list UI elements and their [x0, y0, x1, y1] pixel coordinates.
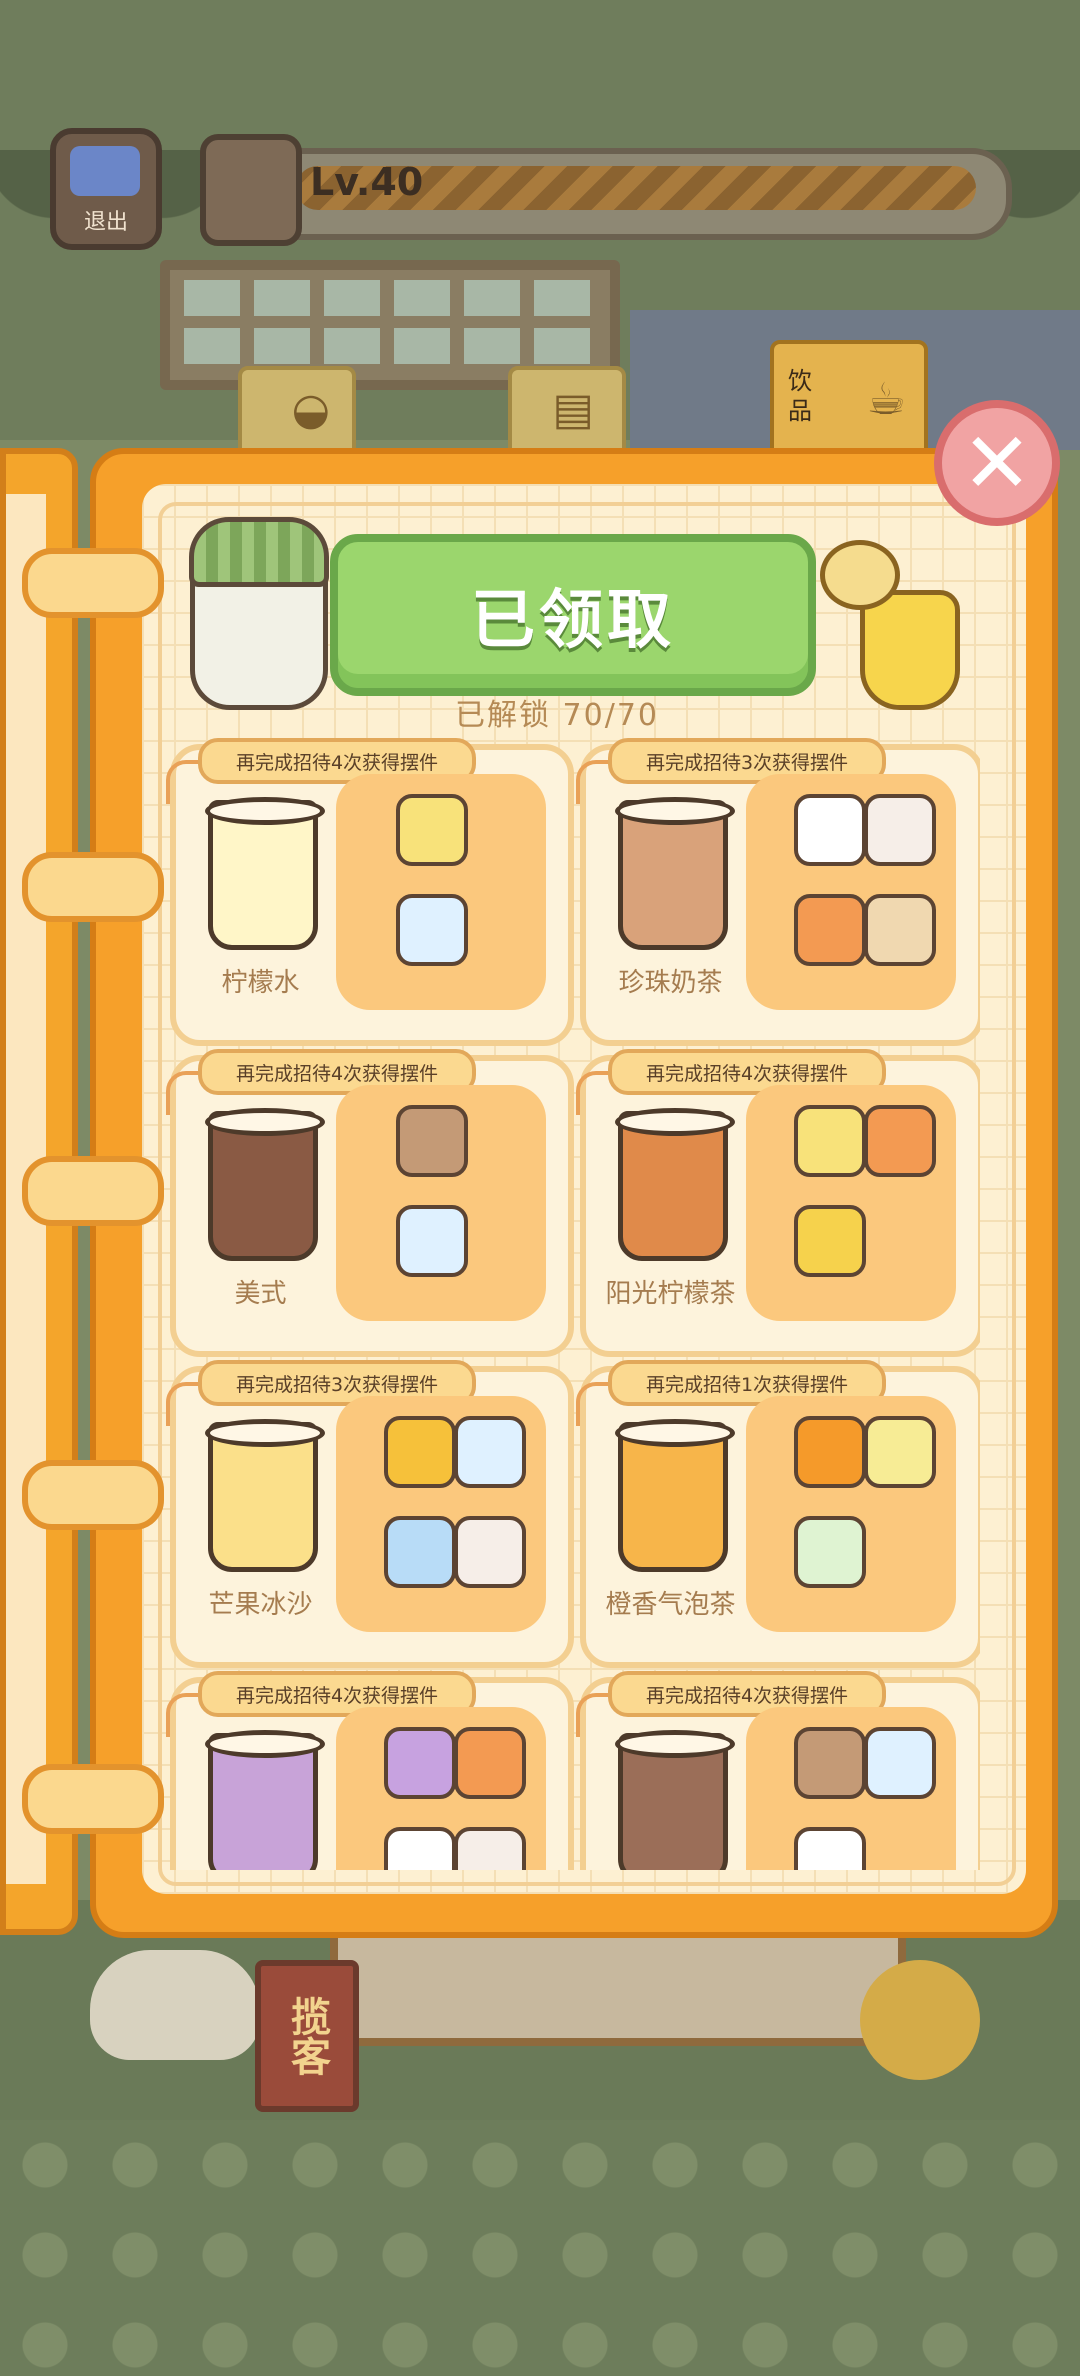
sugar-jar-icon: [454, 1827, 526, 1870]
book-ring: [22, 1460, 164, 1530]
lemon-slice-icon: [794, 1105, 866, 1177]
ingredient-panel: [336, 1707, 546, 1870]
ingredient-panel: [336, 1085, 546, 1321]
close-icon: ✕: [961, 414, 1033, 512]
scene-floor: [0, 2120, 1080, 2376]
tea-jar-icon: [794, 894, 866, 966]
shop-sign: [330, 1920, 906, 2046]
drink-cup-icon: [205, 797, 325, 950]
back-arrow-icon: [70, 146, 140, 196]
bread-icon: ◒: [291, 384, 330, 435]
drink-icon: ☕: [866, 374, 906, 425]
ingredient-panel: [336, 774, 546, 1010]
drink-cup-icon: [205, 1108, 325, 1261]
frog-mascot-icon: [189, 517, 329, 710]
chick-character: [860, 1960, 980, 2080]
coffee-beans-icon: [794, 1727, 866, 1799]
drink-card[interactable]: 再完成招待4次获得摆件: [576, 1671, 980, 1870]
tab-drinks-label: 饮 品: [788, 367, 812, 425]
taro-icon: [384, 1727, 456, 1799]
drink-card[interactable]: 再完成招待3次获得摆件 珍珠奶茶: [576, 738, 980, 1046]
drink-cup-icon: [615, 1730, 735, 1870]
tea-jar-icon: [454, 1727, 526, 1799]
banner-ribbon: [576, 1382, 610, 1426]
drink-card[interactable]: 再完成招待4次获得摆件 阳光柠檬茶: [576, 1049, 980, 1357]
drink-name: 美式: [234, 1279, 287, 1309]
sugar-jar-icon: [864, 794, 936, 866]
ingredient-panel: [336, 1396, 546, 1632]
drink-cup-icon: [615, 1419, 735, 1572]
ingredient-panel: [746, 1707, 956, 1870]
milk-jug-icon: [794, 1827, 866, 1870]
drink-name: 柠檬水: [221, 968, 300, 998]
drink-card[interactable]: 再完成招待4次获得摆件 柠檬水: [166, 738, 574, 1046]
exit-label: 退出: [83, 210, 128, 235]
ingredient-panel: [746, 1396, 956, 1632]
water-bottle-icon: [454, 1416, 526, 1488]
close-button[interactable]: ✕: [934, 400, 1060, 526]
banner-ribbon: [576, 760, 610, 804]
milk-tea-cup-icon: [200, 134, 302, 246]
orange-slice-icon: [794, 1416, 866, 1488]
drink-cup-icon: [615, 797, 735, 950]
banner-ribbon: [166, 1071, 200, 1115]
claimed-button[interactable]: 已领取: [330, 534, 816, 696]
drink-cup-icon: [615, 1108, 735, 1261]
drink-card[interactable]: 再完成招待1次获得摆件 橙香气泡茶: [576, 1360, 980, 1668]
drink-name: 珍珠奶茶: [618, 968, 723, 998]
level-label: Lv.40: [310, 160, 424, 204]
clipboard-icon: ▤: [552, 384, 594, 435]
book-ring: [22, 1764, 164, 1834]
tab-bakery[interactable]: ◒: [238, 366, 356, 454]
jasmine-tea-icon: [864, 1416, 936, 1488]
unlock-count: 已解锁 70/70: [455, 698, 659, 733]
banner-ribbon: [166, 1693, 200, 1737]
exit-button[interactable]: 退出: [50, 128, 162, 250]
book-ring: [22, 852, 164, 922]
tea-jar-icon: [864, 1105, 936, 1177]
customer-character: [90, 1950, 260, 2060]
drink-card[interactable]: 再完成招待4次获得摆件 美式: [166, 1049, 574, 1357]
drink-card[interactable]: 再完成招待3次获得摆件 芒果冰沙: [166, 1360, 574, 1668]
water-bottle-icon: [396, 894, 468, 966]
drink-grid: 再完成招待4次获得摆件 柠檬水 再完成招待3次获得摆件 珍珠奶茶 再完成招待4次获得摆件…: [150, 730, 980, 1870]
ingredient-panel: [746, 1085, 956, 1321]
milk-jug-icon: [384, 1827, 456, 1870]
drink-card[interactable]: 再完成招待4次获得摆件: [166, 1671, 574, 1870]
drink-cup-icon: [205, 1730, 325, 1870]
banner-ribbon: [166, 760, 200, 804]
banner-ribbon: [576, 1071, 610, 1115]
banner-ribbon: [166, 1382, 200, 1426]
drink-name: 芒果冰沙: [208, 1590, 313, 1620]
water-bottle-icon: [396, 1205, 468, 1277]
tab-drinks[interactable]: 饮 品 ☕: [770, 340, 928, 454]
book-ring: [22, 1156, 164, 1226]
tab-orders[interactable]: ▤: [508, 366, 626, 454]
book-ring: [22, 548, 164, 618]
ice-cubes-icon: [384, 1516, 456, 1588]
water-bottle-icon: [864, 1727, 936, 1799]
lemon-slice-icon: [396, 794, 468, 866]
soda-bottle-icon: [794, 1516, 866, 1588]
tapioca-jar-icon: [864, 894, 936, 966]
mango-icon: [384, 1416, 456, 1488]
honey-jar-icon: [794, 1205, 866, 1277]
lemon-tea-mascot-icon: [820, 540, 960, 710]
banner-ribbon: [576, 1693, 610, 1737]
coffee-beans-icon: [396, 1105, 468, 1177]
drink-name: 橙香气泡茶: [605, 1590, 736, 1620]
milk-jug-icon: [794, 794, 866, 866]
solicit-customers-button[interactable]: 揽客: [255, 1960, 359, 2112]
ingredient-panel: [746, 774, 956, 1010]
drink-name: 阳光柠檬茶: [605, 1279, 736, 1309]
drink-cup-icon: [205, 1419, 325, 1572]
sugar-jar-icon: [454, 1516, 526, 1588]
